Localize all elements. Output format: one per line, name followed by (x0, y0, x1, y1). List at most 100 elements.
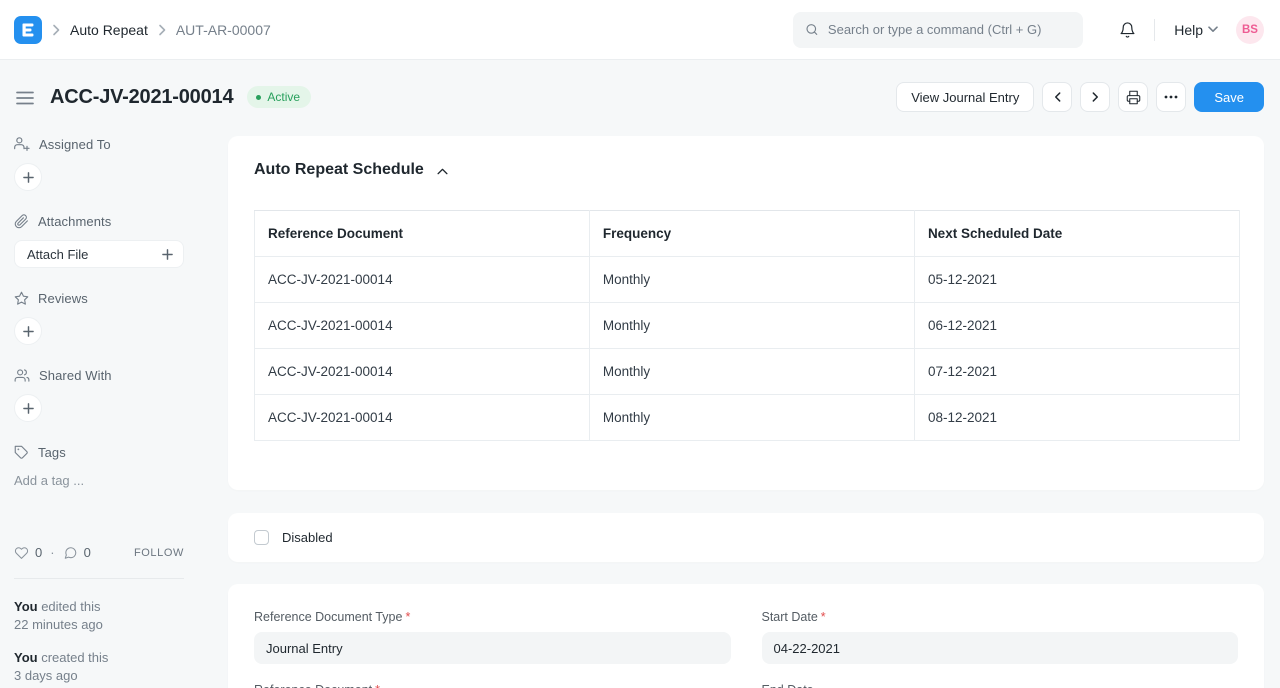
like-button[interactable]: 0 (14, 545, 42, 560)
comments-button[interactable]: 0 (63, 545, 91, 560)
frequency-cell: Monthly (589, 395, 914, 441)
save-button[interactable]: Save (1194, 82, 1264, 112)
print-button[interactable] (1118, 82, 1148, 112)
attachments-label: Attachments (38, 214, 111, 229)
start-date-input[interactable]: 04-22-2021 (762, 632, 1239, 664)
field-label: Start Date * (762, 610, 1239, 624)
created-history: You created this 3 days ago (14, 649, 184, 685)
help-menu[interactable]: Help (1174, 22, 1218, 38)
view-journal-entry-button[interactable]: View Journal Entry (896, 82, 1034, 112)
assigned-to-header: Assigned To (14, 136, 184, 152)
navbar: Auto Repeat AUT-AR-00007 Help BS (0, 0, 1280, 60)
next-scheduled-date-cell: 07-12-2021 (914, 349, 1239, 395)
user-avatar[interactable]: BS (1236, 16, 1264, 44)
attach-file-button[interactable]: Attach File (14, 240, 184, 268)
add-review-button[interactable] (14, 317, 42, 345)
erpnext-logo-icon (20, 22, 36, 38)
tags-section: Tags Add a tag ... (14, 445, 184, 488)
chevron-right-icon (1092, 91, 1099, 103)
sidebar-divider (14, 578, 184, 579)
column-header: Reference Document (255, 211, 590, 257)
disabled-checkbox-label[interactable]: Disabled (282, 530, 333, 545)
table-row[interactable]: ACC-JV-2021-00014 Monthly 07-12-2021 (255, 349, 1240, 395)
breadcrumb-chevron-icon (52, 24, 60, 36)
required-marker: * (405, 610, 410, 624)
user-plus-icon (14, 136, 30, 152)
status-badge: Active (247, 86, 311, 108)
frequency-cell: Monthly (589, 303, 914, 349)
assigned-to-section: Assigned To (14, 136, 184, 191)
field-label-text: Reference Document Type (254, 610, 402, 624)
plus-icon (23, 403, 34, 414)
menu-ellipsis-button[interactable] (1156, 82, 1186, 112)
reference-document-cell: ACC-JV-2021-00014 (255, 349, 590, 395)
help-label: Help (1174, 22, 1203, 38)
status-label: Active (267, 90, 300, 104)
comments-count: 0 (84, 545, 91, 560)
search-input[interactable] (828, 22, 1071, 37)
schedule-section-title: Auto Repeat Schedule (254, 161, 424, 179)
shared-with-header: Shared With (14, 368, 184, 383)
add-share-button[interactable] (14, 394, 42, 422)
comment-icon (63, 546, 78, 560)
field-label: Reference Document * (254, 683, 731, 688)
app-logo[interactable] (14, 16, 42, 44)
created-when: 3 days ago (14, 667, 184, 685)
chevron-up-icon[interactable] (437, 168, 448, 175)
chevron-left-icon (1054, 91, 1061, 103)
column-header: Frequency (589, 211, 914, 257)
notifications-bell-icon[interactable] (1119, 21, 1136, 39)
field-label-text: End Date (762, 683, 814, 688)
reference-document-type-input[interactable]: Journal Entry (254, 632, 731, 664)
reviews-section: Reviews (14, 291, 184, 345)
prev-document-button[interactable] (1042, 82, 1072, 112)
chevron-down-icon (1208, 26, 1218, 33)
table-row[interactable]: ACC-JV-2021-00014 Monthly 08-12-2021 (255, 395, 1240, 441)
disabled-checkbox[interactable] (254, 530, 269, 545)
reference-document-cell: ACC-JV-2021-00014 (255, 257, 590, 303)
field-reference-document-type: Reference Document Type * Journal Entry (254, 610, 731, 664)
plus-icon (162, 249, 173, 260)
field-label-text: Start Date (762, 610, 818, 624)
avatar-initials: BS (1242, 24, 1258, 36)
schedule-table: Reference Document Frequency Next Schedu… (254, 210, 1240, 441)
paperclip-icon (14, 214, 29, 229)
table-row[interactable]: ACC-JV-2021-00014 Monthly 06-12-2021 (255, 303, 1240, 349)
next-scheduled-date-cell: 08-12-2021 (914, 395, 1239, 441)
global-search[interactable] (793, 12, 1083, 48)
next-document-button[interactable] (1080, 82, 1110, 112)
shared-with-label: Shared With (39, 368, 112, 383)
created-action: created this (38, 650, 109, 665)
auto-repeat-schedule-card: Auto Repeat Schedule Reference Document … (228, 136, 1264, 490)
status-dot (256, 95, 261, 100)
add-tag-input[interactable]: Add a tag ... (14, 473, 184, 488)
next-scheduled-date-cell: 05-12-2021 (914, 257, 1239, 303)
required-marker: * (821, 610, 826, 624)
plus-icon (23, 326, 34, 337)
reference-document-cell: ACC-JV-2021-00014 (255, 395, 590, 441)
schedule-section-head[interactable]: Auto Repeat Schedule (254, 161, 1240, 179)
engagement-row: 0 · 0 FOLLOW (14, 545, 184, 560)
edited-when: 22 minutes ago (14, 616, 184, 634)
field-label-text: Reference Document (254, 683, 372, 688)
follow-button[interactable]: FOLLOW (134, 547, 184, 559)
heart-icon (14, 546, 29, 560)
shared-with-section: Shared With (14, 368, 184, 422)
reviews-header: Reviews (14, 291, 184, 306)
sidebar-toggle-icon[interactable] (16, 91, 34, 105)
field-start-date: Start Date * 04-22-2021 (762, 610, 1239, 664)
required-marker: * (375, 683, 380, 688)
navbar-divider (1154, 19, 1155, 41)
breadcrumb-parent-link[interactable]: Auto Repeat (70, 22, 148, 38)
assigned-to-label: Assigned To (39, 137, 111, 152)
breadcrumb-current: AUT-AR-00007 (176, 22, 271, 38)
table-row[interactable]: ACC-JV-2021-00014 Monthly 05-12-2021 (255, 257, 1240, 303)
form-sidebar: Assigned To Attachments Attach File (14, 136, 228, 688)
printer-icon (1126, 90, 1141, 105)
likes-count: 0 (35, 545, 42, 560)
column-header: Next Scheduled Date (914, 211, 1239, 257)
page-actions: View Journal Entry Save (896, 82, 1264, 112)
reference-document-cell: ACC-JV-2021-00014 (255, 303, 590, 349)
ellipsis-icon (1164, 95, 1178, 99)
add-assignment-button[interactable] (14, 163, 42, 191)
